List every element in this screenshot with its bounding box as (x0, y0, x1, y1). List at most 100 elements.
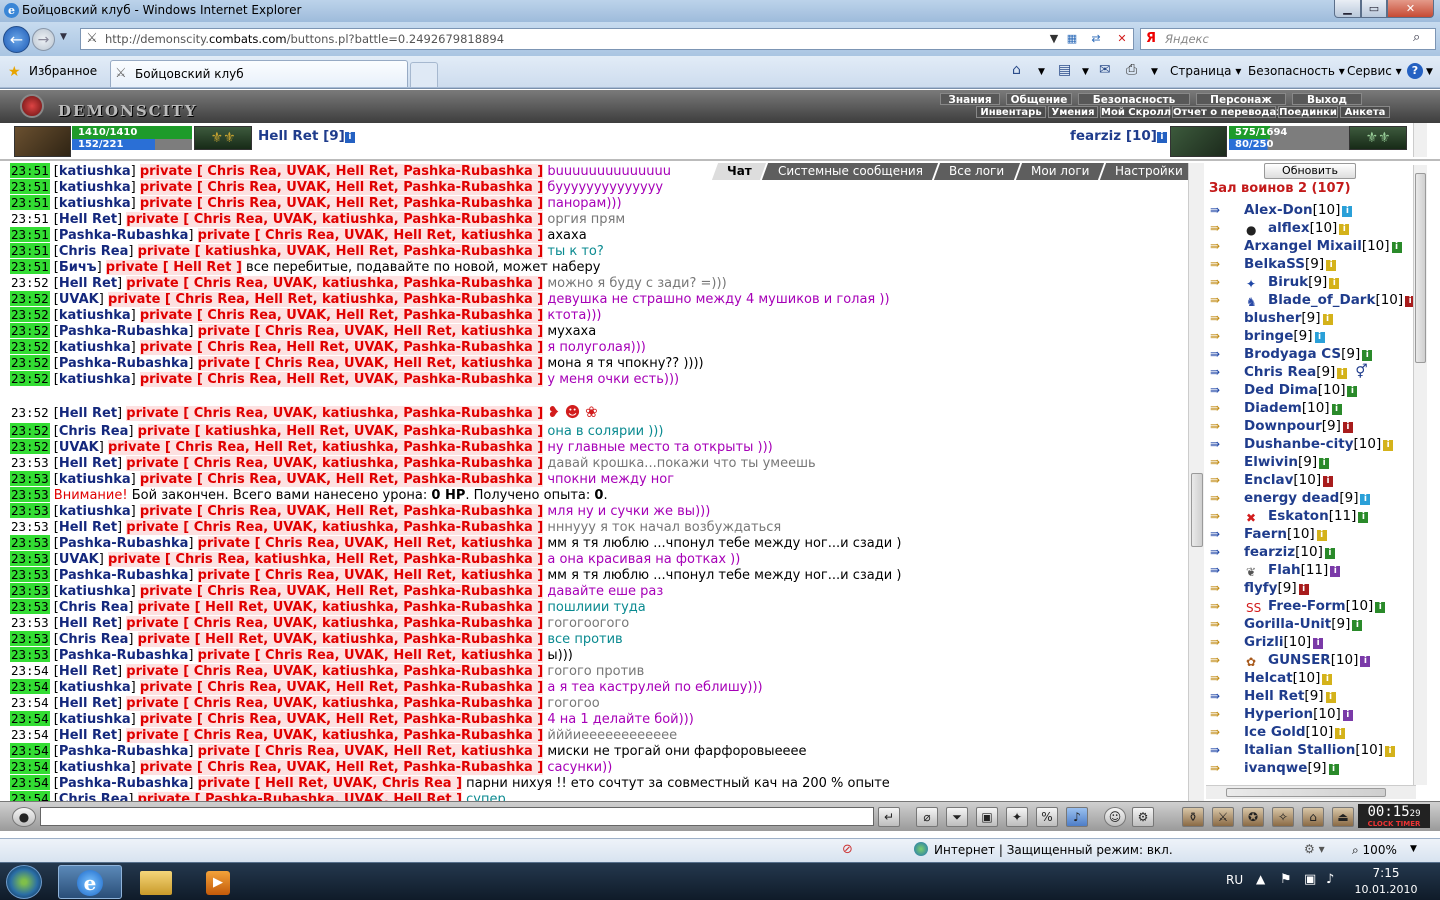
chat-timestamp[interactable]: 23:54 (10, 711, 50, 726)
print-icon[interactable]: ⎙ (1126, 62, 1137, 78)
player-info-icon[interactable]: i (1323, 476, 1334, 487)
private-recipients[interactable]: private [ Chris Rea, UVAK, katiushka, Pa… (126, 520, 544, 535)
player-name[interactable]: Downpour[9] i (1244, 417, 1353, 435)
player-info-icon[interactable]: i (1358, 512, 1369, 523)
chat-author[interactable]: katiushka (59, 196, 131, 211)
private-arrow-icon[interactable]: ⇛ (1210, 689, 1230, 703)
menu-item[interactable]: Общение (1006, 93, 1072, 106)
player-nick[interactable]: BelkaSS (1244, 256, 1305, 272)
player-info-icon[interactable]: i (1342, 422, 1353, 433)
chat-timestamp[interactable]: 23:53 (10, 487, 50, 502)
home-dropdown-icon[interactable]: ▼ (1038, 67, 1045, 77)
player-row[interactable]: ⇛ Alex-Don[10] i (1206, 201, 1416, 219)
private-recipients[interactable]: private [ Hell Ret, UVAK, katiushka, Pas… (137, 632, 544, 647)
player-name[interactable]: bringe[9] i (1244, 327, 1325, 345)
player-row[interactable]: ⇛ Downpour[9] i (1206, 417, 1416, 435)
private-arrow-icon[interactable]: ⇛ (1210, 725, 1230, 739)
player-nick[interactable]: fearziz (1244, 544, 1295, 560)
player-info-icon[interactable]: i (1316, 530, 1327, 541)
chat-author[interactable]: Hell Ret (59, 696, 117, 711)
private-recipients[interactable]: private [ Chris Rea, UVAK, Hell Ret, Pas… (139, 196, 544, 211)
player-row[interactable]: ⇛ fearziz[10] i (1206, 543, 1416, 561)
menu-item[interactable]: Знания (940, 93, 1000, 106)
player-row[interactable]: ⇛ Chris Rea[9] i ⚥ (1206, 363, 1416, 381)
player-nick[interactable]: Ice Gold (1244, 724, 1306, 740)
address-bar[interactable]: ⚔ http://demonscity.combats.com/buttons.… (80, 28, 1134, 50)
player-nick[interactable]: blusher (1244, 310, 1301, 326)
chat-timestamp[interactable]: 23:52 (10, 423, 50, 438)
chat-author[interactable]: katiushka (59, 712, 131, 727)
player-info-icon[interactable]: i (1391, 242, 1402, 253)
player-nick[interactable]: flyfy (1244, 580, 1277, 596)
battle-icon[interactable]: ⚔ (1212, 807, 1234, 827)
private-recipients[interactable]: private [ Chris Rea, UVAK, katiushka, Pa… (126, 696, 544, 711)
map-icon[interactable]: ✧ (1272, 807, 1294, 827)
player-nick[interactable]: Diadem (1244, 400, 1302, 416)
private-arrow-icon[interactable]: ⇛ (1210, 743, 1230, 757)
chat-tab[interactable]: Чат (711, 163, 767, 180)
menu-item[interactable]: Мой Скролл (1100, 106, 1171, 118)
player-nick[interactable]: Biruk (1268, 274, 1308, 290)
private-recipients[interactable]: private [ Chris Rea, UVAK, Hell Ret, Pas… (139, 680, 544, 695)
chat-tab[interactable]: Системные сообщения (761, 163, 939, 180)
settings-icon[interactable]: ⚙ (1132, 807, 1154, 827)
player-name[interactable]: Helcat[10] i (1244, 669, 1333, 687)
chat-author[interactable]: Hell Ret (59, 212, 117, 227)
player-name[interactable]: Free-Form[10] i (1268, 597, 1386, 615)
chat-timestamp[interactable]: 23:53 (10, 647, 50, 662)
private-arrow-icon[interactable]: ⇛ (1210, 671, 1230, 685)
chat-timestamp[interactable]: 23:54 (10, 727, 50, 742)
private-recipients[interactable]: private [ Chris Rea, UVAK, katiushka, Pa… (126, 276, 544, 291)
chat-tab[interactable]: Все логи (933, 163, 1021, 180)
menu-item[interactable]: Инвентарь (976, 106, 1046, 118)
menu-item[interactable]: Персонаж (1196, 93, 1286, 106)
language-indicator[interactable]: RU (1226, 873, 1243, 887)
action-center-icon[interactable]: ⚑ (1280, 872, 1292, 887)
player-name[interactable]: Brodyaga CS[9] i (1244, 345, 1373, 363)
menu-item[interactable]: Отчет о переводах (1172, 106, 1283, 118)
player-name[interactable]: Chris Rea[9] i ⚥ (1244, 363, 1368, 381)
help-icon[interactable]: ? (1407, 63, 1423, 79)
walk-icon[interactable]: ✦ (1006, 807, 1028, 827)
chat-timestamp[interactable]: 23:52 (10, 439, 50, 454)
player-nick[interactable]: Hell Ret (1244, 688, 1304, 704)
chat-timestamp[interactable]: 23:53 (10, 583, 50, 598)
player-name[interactable]: Flah[11] i (1268, 561, 1341, 579)
safety-menu[interactable]: Безопасность ▾ (1248, 64, 1345, 78)
private-recipients[interactable]: private [ Chris Rea, UVAK, Hell Ret, Pas… (139, 584, 544, 599)
player-name[interactable]: Dushanbe-city[10] i (1244, 435, 1394, 453)
back-button[interactable]: ← (3, 26, 30, 53)
player-nick[interactable]: Helcat (1244, 670, 1293, 686)
player-nick[interactable]: Hyperion (1244, 706, 1313, 722)
private-arrow-icon[interactable]: ⇛ (1210, 401, 1230, 415)
player-nick[interactable]: energy dead (1244, 490, 1339, 506)
private-recipients[interactable]: private [ Chris Rea, Hell Ret, UVAK, Pas… (139, 372, 544, 387)
search-icon[interactable]: ⌕ (1413, 30, 1420, 45)
smiles-icon[interactable]: ☺ (1104, 807, 1126, 827)
menu-item[interactable]: Выход (1292, 93, 1362, 106)
private-arrow-icon[interactable]: ⇛ (1210, 239, 1230, 253)
chat-scrollbar[interactable] (1188, 163, 1204, 801)
player-info-icon[interactable]: i (1331, 404, 1342, 415)
player-name[interactable]: Enclav[10] i (1244, 471, 1334, 489)
player-row[interactable]: ⇛ ♞ Blade_of_Dark[10] i (1206, 291, 1416, 309)
player-name[interactable]: ivanqwe[9] i (1244, 759, 1339, 777)
save-log-icon[interactable]: ▣ (976, 807, 998, 827)
player-row[interactable]: ⇛ Helcat[10] i (1206, 669, 1416, 687)
forward-button[interactable]: → (32, 28, 55, 51)
player-info-icon[interactable]: i (1360, 656, 1371, 667)
player-row[interactable]: ⇛ ✦ Biruk[9] i (1206, 273, 1416, 291)
private-recipients[interactable]: private [ Chris Rea, UVAK, Hell Ret, Pas… (139, 472, 544, 487)
player-info-icon[interactable]: i (1325, 692, 1336, 703)
player-info-icon[interactable]: i (1347, 386, 1358, 397)
player-name[interactable]: Ice Gold[10] i (1244, 723, 1346, 741)
private-arrow-icon[interactable]: ⇛ (1210, 545, 1230, 559)
player-row[interactable]: ⇛ blusher[9] i (1206, 309, 1416, 327)
player-name[interactable]: blusher[9] i (1244, 309, 1333, 327)
private-recipients[interactable]: private [ katiushka, UVAK, Hell Ret, Pas… (137, 244, 544, 259)
chat-author[interactable]: UVAK (59, 440, 99, 455)
chat-timestamp[interactable]: 23:53 (10, 535, 50, 550)
help-dropdown-icon[interactable]: ▼ (1426, 67, 1433, 77)
player-nick[interactable]: Faern (1244, 526, 1287, 542)
chat-timestamp[interactable]: 23:52 (10, 355, 50, 370)
